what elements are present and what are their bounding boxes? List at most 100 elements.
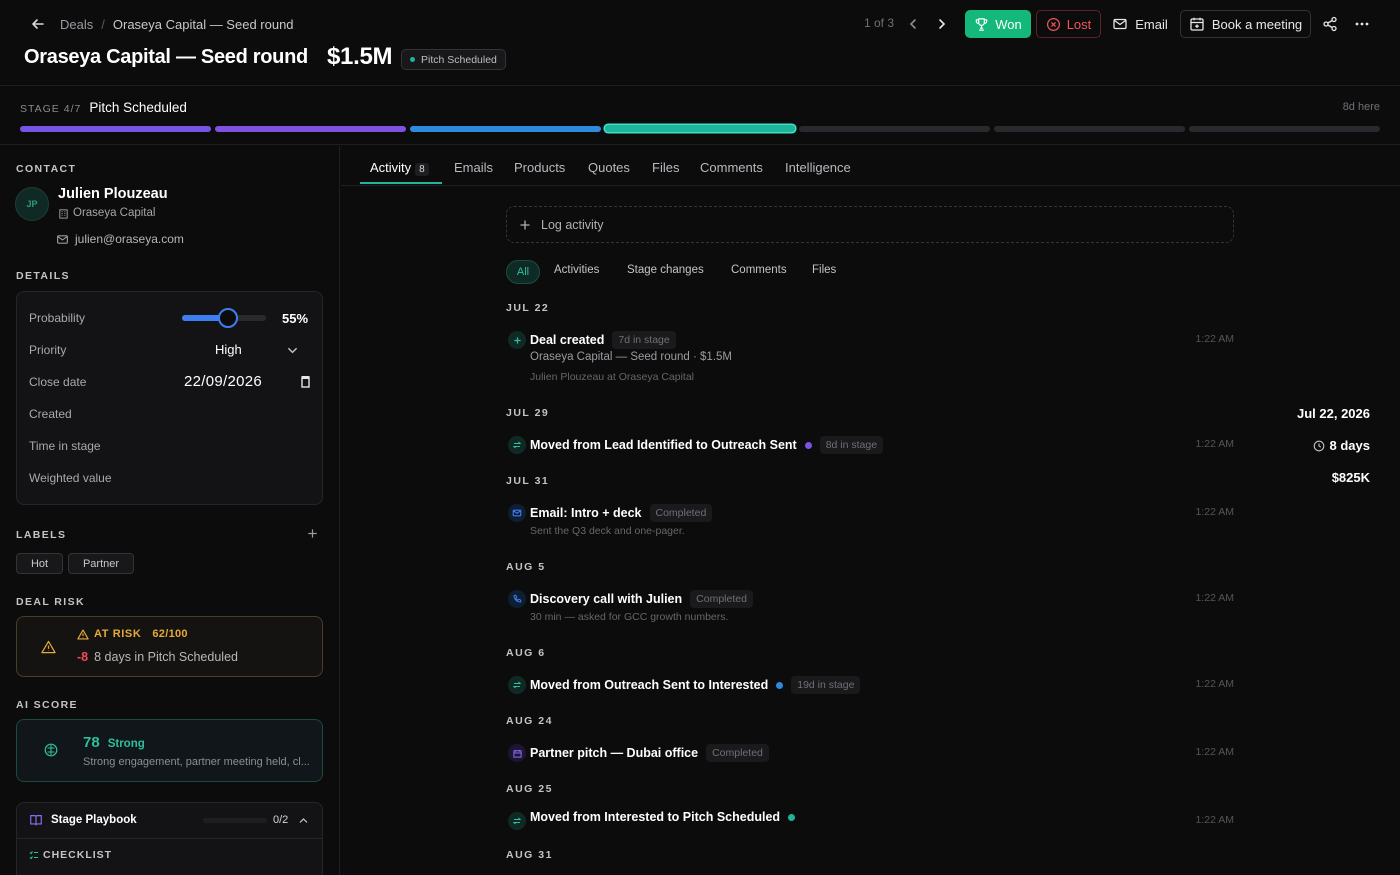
event-title-text: Moved from Interested to Pitch Scheduled: [530, 810, 781, 824]
playbook-divider: [16, 838, 323, 839]
back-arrow-icon[interactable]: [30, 16, 46, 32]
timeline-date: AUG 24: [506, 715, 553, 727]
event-chip: 7d in stage: [612, 331, 676, 349]
stage-progress-section: [0, 86, 1400, 145]
more-horizontal-icon: [1355, 22, 1369, 26]
filter-all[interactable]: All: [506, 260, 540, 284]
contact-company-name: Oraseya Capital: [73, 207, 156, 219]
close-date-input[interactable]: 22/09/2026: [184, 373, 262, 390]
share-icon: [1323, 16, 1337, 32]
timeline-event-title[interactable]: Partner pitch — Dubai office Completed: [530, 744, 769, 762]
probability-slider[interactable]: [182, 308, 266, 328]
next-deal-button[interactable]: [932, 14, 952, 34]
weighted-value-label: Weighted value: [29, 471, 112, 485]
event-time: 1:22 AM: [1195, 814, 1234, 826]
timeline-event-title[interactable]: Moved from Lead Identified to Outreach S…: [530, 436, 884, 454]
contact-email[interactable]: julien@oraseya.com: [56, 232, 184, 246]
stage-segment[interactable]: [214, 126, 406, 132]
event-chip: 8d in stage: [819, 436, 884, 454]
book-meeting-button[interactable]: Book a meeting: [1180, 10, 1311, 38]
timeline-event-title[interactable]: Moved from Interested to Pitch Scheduled: [530, 810, 796, 824]
playbook-count: 0/2: [273, 814, 289, 826]
timeline-event-title[interactable]: Deal created 7d in stage: [530, 331, 676, 349]
playbook-title[interactable]: Stage Playbook: [51, 814, 137, 826]
filter-comments[interactable]: Comments: [731, 264, 787, 276]
event-time: 1:22 AM: [1195, 438, 1234, 450]
priority-select[interactable]: High: [215, 342, 242, 357]
event-chip: Completed: [690, 590, 753, 608]
event-title-text: Email: Intro + deck: [530, 506, 642, 520]
probability-label: Probability: [29, 311, 86, 325]
stage-status-dot: [410, 57, 415, 62]
previous-deal-button[interactable]: [903, 14, 923, 34]
stage-segment[interactable]: [994, 126, 1186, 132]
label-hot[interactable]: Hot: [16, 553, 63, 574]
event-title-text: Deal created: [530, 333, 605, 347]
checklist-icon: [29, 851, 38, 860]
share-button[interactable]: [1320, 14, 1340, 34]
active-tab-indicator: [360, 182, 442, 184]
filter-files[interactable]: Files: [812, 264, 836, 276]
risk-delta: -8: [77, 650, 89, 664]
stage-segment[interactable]: [799, 126, 991, 132]
book-meeting-label: Book a meeting: [1211, 16, 1303, 32]
log-activity-button[interactable]: Log activity: [506, 206, 1234, 243]
tab-activity-label: Activity: [370, 160, 412, 175]
timeline-event-title[interactable]: Email: Intro + deck Completed: [530, 504, 713, 522]
stage-color-dot: [788, 813, 796, 821]
event-title-text: Moved from Outreach Sent to Interested: [530, 678, 769, 692]
details-section-title: DETAILS: [16, 270, 70, 282]
stage-segment[interactable]: [409, 126, 601, 132]
more-options-button[interactable]: [1352, 14, 1372, 34]
event-detail: Sent the Q3 deck and one-pager.: [530, 525, 685, 537]
tab-quotes[interactable]: Quotes: [588, 160, 630, 175]
stage-segment[interactable]: [20, 126, 211, 132]
tab-intelligence[interactable]: Intelligence: [785, 160, 851, 175]
risk-score: 62/100: [152, 628, 188, 640]
event-title-text: Discovery call with Julien: [530, 592, 683, 606]
tab-activity[interactable]: Activity 8: [370, 160, 429, 176]
plus-icon: [508, 331, 526, 349]
calendar-icon[interactable]: [301, 375, 310, 388]
stage-segment[interactable]: [604, 125, 796, 132]
tab-files[interactable]: Files: [652, 160, 679, 175]
playbook-progress-bar: [203, 818, 267, 823]
event-title-text: Partner pitch — Dubai office: [530, 746, 699, 760]
timeline-date: AUG 31: [506, 849, 553, 861]
filter-activities[interactable]: Activities: [554, 264, 599, 276]
timeline-event-title[interactable]: Moved from Outreach Sent to Interested 1…: [530, 676, 861, 694]
mark-won-button[interactable]: Won: [965, 10, 1031, 38]
stage-segment[interactable]: [1189, 126, 1380, 132]
chevron-up-icon[interactable]: [298, 815, 309, 826]
building-icon: [59, 208, 68, 219]
timeline-date: JUL 31: [506, 475, 550, 487]
timeline-date: AUG 25: [506, 783, 553, 795]
breadcrumb-deals-link[interactable]: Deals: [60, 17, 93, 32]
tab-products[interactable]: Products: [514, 160, 565, 175]
timeline-event-title[interactable]: Discovery call with Julien Completed: [530, 590, 753, 608]
event-chip: Completed: [706, 744, 769, 762]
mail-icon: [1113, 18, 1127, 30]
chevron-right-icon: [939, 19, 946, 29]
contact-name[interactable]: Julien Plouzeau: [58, 186, 168, 202]
risk-reason-text: 8 days in Pitch Scheduled: [94, 650, 238, 664]
weighted-value: $825K: [1331, 470, 1370, 485]
filter-stage-changes[interactable]: Stage changes: [627, 264, 704, 276]
email-label: Email: [1135, 16, 1168, 32]
tab-emails[interactable]: Emails: [454, 160, 493, 175]
label-partner[interactable]: Partner: [68, 553, 134, 574]
clock-icon: [1313, 440, 1324, 451]
timeline-date: AUG 6: [506, 647, 546, 659]
email-button[interactable]: Email: [1106, 10, 1174, 38]
tab-comments[interactable]: Comments: [700, 160, 763, 175]
add-label-button[interactable]: [306, 527, 319, 540]
event-time: 1:22 AM: [1195, 746, 1234, 758]
created-value: Jul 22, 2026: [1297, 406, 1370, 421]
risk-status-label: AT RISK: [94, 628, 142, 640]
time-in-stage-label: Time in stage: [29, 439, 101, 453]
tab-activity-count: 8: [415, 163, 429, 176]
mark-lost-button[interactable]: Lost: [1036, 10, 1101, 38]
chevron-down-icon[interactable]: [286, 344, 299, 357]
pager-text: 1 of 3: [864, 16, 895, 30]
breadcrumb-current: Oraseya Capital — Seed round: [112, 16, 294, 32]
